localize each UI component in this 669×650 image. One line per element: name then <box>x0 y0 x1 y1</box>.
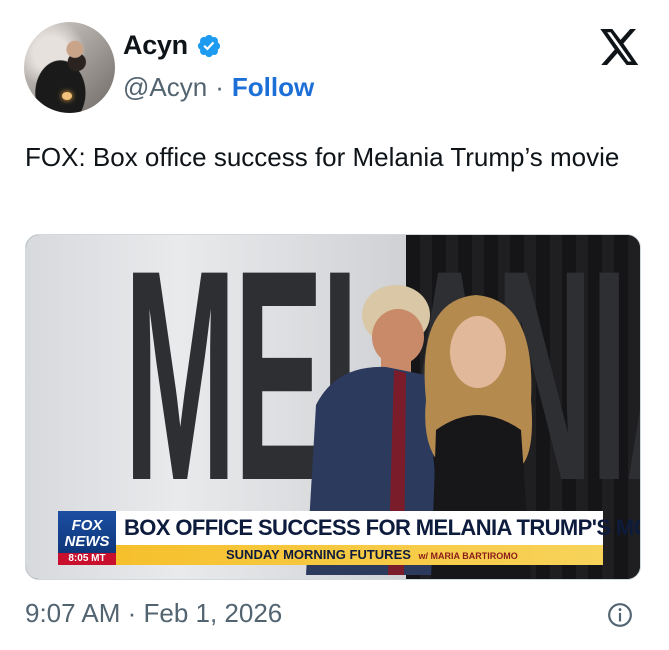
author-handle-row: @Acyn · Follow <box>123 72 314 103</box>
tweet-text: FOX: Box office success for Melania Trum… <box>25 142 620 172</box>
logo-line-news: NEWS <box>64 533 110 550</box>
logo-time: 8:05 MT <box>58 553 116 565</box>
news-chyron: FOX NEWS 8:05 MT BOX OFFICE SUCCESS FOR … <box>58 511 640 565</box>
avatar-detail <box>62 92 72 100</box>
separator-dot: · <box>215 72 224 102</box>
author-avatar[interactable] <box>24 22 115 113</box>
author-handle[interactable]: @Acyn <box>123 72 207 103</box>
chyron-show-name: SUNDAY MORNING FUTURES <box>226 547 411 562</box>
tweet-media-image[interactable]: MELANIA FOX NEWS 8:05 MT BOX OFFICE SUCC… <box>25 234 641 580</box>
chyron-host: w/ MARIA BARTIROMO <box>418 551 518 561</box>
verified-badge-icon <box>197 34 220 57</box>
tweet-timestamp[interactable]: 9:07 AM · Feb 1, 2026 <box>25 598 282 629</box>
info-icon[interactable] <box>607 602 633 628</box>
follow-button[interactable]: Follow <box>232 72 314 103</box>
chyron-headline: BOX OFFICE SUCCESS FOR MELANIA TRUMP'S M… <box>116 511 640 545</box>
fox-news-logo: FOX NEWS 8:05 MT <box>58 511 116 565</box>
author-name[interactable]: Acyn <box>123 30 188 61</box>
chyron-show-bar: SUNDAY MORNING FUTURES w/ MARIA BARTIROM… <box>116 545 603 565</box>
logo-line-fox: FOX <box>71 517 103 534</box>
x-logo-icon[interactable] <box>600 29 640 65</box>
author-name-row: Acyn <box>123 30 222 61</box>
